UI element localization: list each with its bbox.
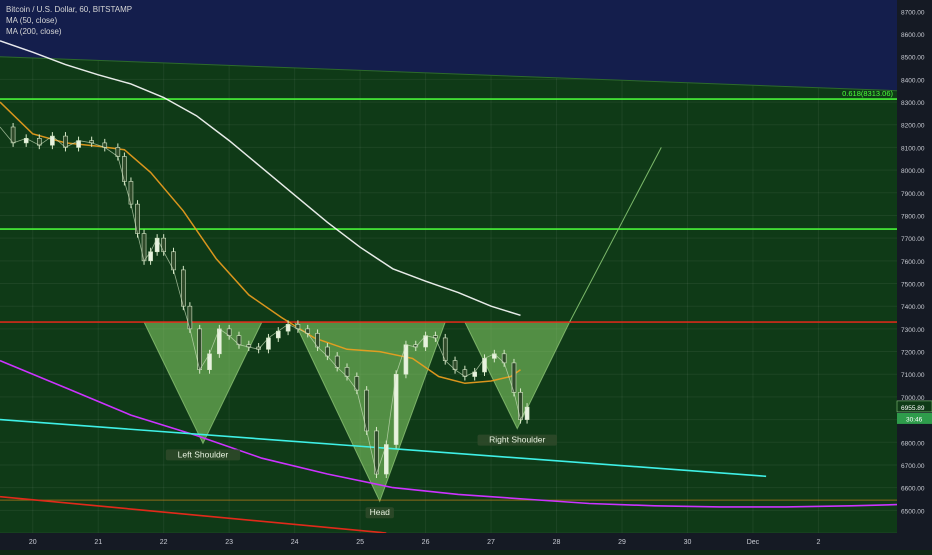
price-tick-label: 6700.00	[901, 463, 925, 470]
price-tick-label: 7800.00	[901, 213, 925, 220]
price-tick-label: 6800.00	[901, 440, 925, 447]
price-candle	[122, 156, 127, 182]
price-tick-label: 8700.00	[901, 9, 925, 16]
price-tick-label: 7200.00	[901, 350, 925, 357]
date-tick-label: 27	[487, 539, 495, 546]
date-tick-label: 25	[356, 539, 364, 546]
price-tick-label: 7300.00	[901, 327, 925, 334]
price-tick-label: 7400.00	[901, 304, 925, 311]
pattern-label-left-shoulder[interactable]: Left Shoulder	[178, 449, 229, 459]
date-tick-label: 28	[553, 539, 561, 546]
price-tick-label: 7100.00	[901, 372, 925, 379]
date-tick-label: 26	[422, 539, 430, 546]
date-tick-label: 23	[225, 539, 233, 546]
date-tick-label: Dec	[747, 539, 760, 546]
indicator-ma200-label[interactable]: MA (200, close)	[6, 26, 132, 37]
price-chart: Left Shoulder Head Right Shoulder 0.618(831…	[0, 0, 932, 550]
indicator-ma50-label[interactable]: MA (50, close)	[6, 15, 132, 26]
fib-level-label: 0.618(8313.06)	[842, 89, 893, 98]
price-candle	[135, 203, 140, 234]
date-tick-label: 29	[618, 539, 626, 546]
price-tick-label: 8600.00	[901, 32, 925, 39]
chart-legend: Bitcoin / U.S. Dollar, 60, BITSTAMP MA (…	[6, 4, 132, 37]
date-tick-label: 21	[94, 539, 102, 546]
date-tick-label: 30	[684, 539, 692, 546]
chart-container: Left Shoulder Head Right Shoulder 0.618(831…	[0, 0, 932, 550]
price-tick-label: 8100.00	[901, 145, 925, 152]
last-price-label: 6955.89	[901, 405, 925, 412]
time-axis-background	[0, 533, 897, 550]
price-tick-label: 8300.00	[901, 100, 925, 107]
pattern-label-head[interactable]: Head	[370, 507, 391, 517]
date-tick-label: 2	[816, 539, 820, 546]
price-tick-label: 6500.00	[901, 508, 925, 515]
date-tick-label: 22	[160, 539, 168, 546]
countdown-label: 30:46	[906, 416, 923, 423]
symbol-title: Bitcoin / U.S. Dollar, 60, BITSTAMP	[6, 5, 133, 14]
date-tick-label: 24	[291, 539, 299, 546]
price-tick-label: 8400.00	[901, 77, 925, 84]
price-candle	[10, 126, 16, 144]
price-tick-label: 7600.00	[901, 259, 925, 266]
price-tick-label: 7700.00	[901, 236, 925, 243]
price-tick-label: 8500.00	[901, 55, 925, 62]
price-tick-label: 6600.00	[901, 486, 925, 493]
pattern-label-right-shoulder[interactable]: Right Shoulder	[489, 435, 545, 445]
price-tick-label: 7900.00	[901, 191, 925, 198]
price-tick-label: 8000.00	[901, 168, 925, 175]
price-tick-label: 8200.00	[901, 123, 925, 130]
date-tick-label: 20	[29, 539, 37, 546]
price-candle	[187, 305, 193, 330]
price-tick-label: 7500.00	[901, 282, 925, 289]
